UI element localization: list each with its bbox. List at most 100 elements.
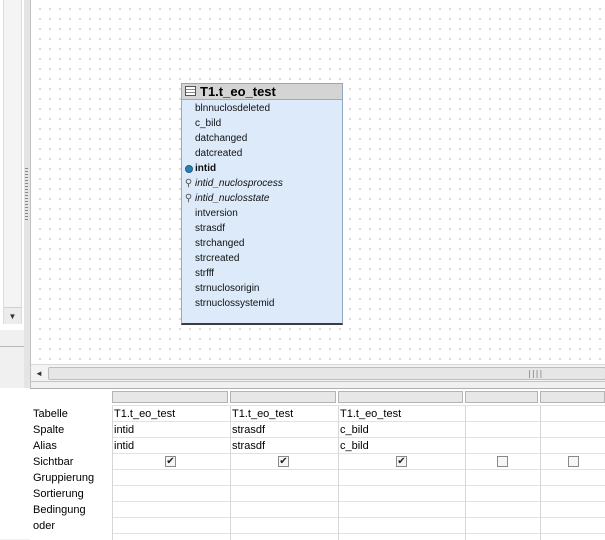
table-field-row[interactable]: strnuclosorigin [182,281,342,296]
grid-column-header[interactable] [230,391,336,403]
grid-cell-alias[interactable]: c_bild [338,438,463,454]
table-grid-icon [185,86,196,96]
grid-cell-empty[interactable] [540,470,605,486]
table-entity-title: T1.t_eo_test [200,84,276,99]
table-field-row[interactable]: ⚲ intid_nuclosprocess [182,176,342,191]
table-field-name: intid [195,163,217,174]
visible-checkbox[interactable] [497,456,508,467]
table-field-row[interactable]: intid [182,161,342,176]
table-field-row[interactable]: strasdf [182,221,342,236]
table-field-row[interactable]: ⚲ intid_nuclosstate [182,191,342,206]
splitter-grip-icon[interactable] [25,168,28,222]
table-field-name: strchanged [195,238,245,249]
arrow-left-icon[interactable]: ◄ [31,365,47,381]
grid-cell-alias[interactable]: strasdf [230,438,336,454]
diagram-canvas[interactable]: T1.t_eo_test blnnuclosdeleted c_bilddatch… [31,0,605,364]
grid-cell-empty[interactable] [112,518,228,534]
table-field-name: intid_nuclosprocess [195,178,283,189]
grid-cell-tabelle[interactable] [540,406,605,422]
table-field-row[interactable]: datcreated [182,146,342,161]
grid-cell-empty[interactable] [230,518,336,534]
grid-cell-empty[interactable] [338,502,463,518]
link-chain-icon: ⚲ [184,178,193,189]
table-field-row[interactable]: intversion [182,206,342,221]
table-entity-header[interactable]: T1.t_eo_test [182,84,342,100]
grid-cell-empty[interactable] [112,502,228,518]
grid-cell-spalte[interactable]: strasdf [230,422,336,438]
grid-cell-empty[interactable] [112,470,228,486]
grid-cell-spalte[interactable] [540,422,605,438]
table-field-name: datcreated [195,148,243,159]
grid-row-label: Bedingung [33,504,86,516]
grid-row-label: oder [33,520,56,532]
grid-cell-empty[interactable] [230,502,336,518]
visible-checkbox-checked[interactable]: ✔ [278,456,289,467]
grid-cell-spalte[interactable]: intid [112,422,228,438]
left-vertical-scrollbar[interactable]: ▼ [3,0,22,324]
table-field-name: intversion [195,208,238,219]
table-field-name: strasdf [195,223,226,234]
grid-cell-spalte[interactable] [465,422,538,438]
arrow-down-icon[interactable]: ▼ [4,307,21,324]
grid-cell-empty[interactable] [230,470,336,486]
visible-checkbox[interactable] [568,456,579,467]
divider [0,346,24,347]
grid-cell-tabelle[interactable] [465,406,538,422]
grid-row-label: Spalte [33,424,65,436]
grid-row-label: Sortierung [33,488,84,500]
table-field-row[interactable]: strcreated [182,251,342,266]
table-field-name: datchanged [195,133,248,144]
grid-cell-empty[interactable] [465,470,538,486]
grid-column-header[interactable] [112,391,228,403]
grid-row-label: Alias [33,440,57,452]
visible-checkbox-checked[interactable]: ✔ [396,456,407,467]
grid-cell-tabelle[interactable]: T1.t_eo_test [230,406,336,422]
grid-column-header[interactable] [338,391,463,403]
query-design-grid: Tabelle Spalte Alias Sichtbar Gruppierung Sor… [30,388,605,540]
table-field-row[interactable]: blnnuclosdeleted [182,101,342,116]
panel-splitter[interactable] [24,0,31,388]
grid-cell-empty[interactable] [465,502,538,518]
grid-cell-tabelle[interactable]: T1.t_eo_test [338,406,463,422]
grid-row-label: Tabelle [33,408,68,420]
table-field-row[interactable]: datchanged [182,131,342,146]
primary-key-dot-icon [185,165,193,173]
grid-cell-empty[interactable] [338,470,463,486]
table-field-row[interactable]: strnuclossystemid [182,296,342,311]
grid-cell-empty[interactable] [465,518,538,534]
grid-cell-alias[interactable]: intid [112,438,228,454]
table-field-name: c_bild [195,118,222,129]
scroll-grip-icon: |||| [527,369,543,378]
grid-cell-tabelle[interactable]: T1.t_eo_test [112,406,228,422]
grid-row-label: Gruppierung [33,472,95,484]
grid-column-header[interactable] [465,391,538,403]
grid-cell-empty[interactable] [230,486,336,502]
table-field-row[interactable]: c_bild [182,116,342,131]
grid-cell-alias[interactable] [465,438,538,454]
table-field-name: strnuclossystemid [195,298,275,309]
grid-cell-spalte[interactable]: c_bild [338,422,463,438]
table-field-name: blnnuclosdeleted [195,103,271,114]
left-panel-footer [0,330,24,388]
grid-cell-empty[interactable] [338,486,463,502]
grid-column-header[interactable] [540,391,605,403]
grid-cell-empty[interactable] [112,486,228,502]
scroll-thumb[interactable]: |||| [48,367,605,380]
grid-cell-empty[interactable] [338,518,463,534]
visible-checkbox-checked[interactable]: ✔ [165,456,176,467]
grid-cell-empty[interactable] [540,502,605,518]
canvas-horizontal-scrollbar[interactable]: ◄ |||| [31,364,605,381]
table-entity-box[interactable]: T1.t_eo_test blnnuclosdeleted c_bilddatch… [181,83,343,325]
table-field-row[interactable]: strfff [182,266,342,281]
table-field-name: strfff [195,268,215,279]
table-field-name: intid_nuclosstate [195,193,270,204]
table-field-row[interactable]: strchanged [182,236,342,251]
link-chain-icon: ⚲ [184,193,193,204]
grid-cell-empty[interactable] [540,486,605,502]
grid-cell-alias[interactable] [540,438,605,454]
grid-cell-empty[interactable] [540,518,605,534]
grid-cell-empty[interactable] [465,486,538,502]
grid-left-margin [0,388,30,539]
table-field-name: strnuclosorigin [195,283,260,294]
left-panel: ▼ [0,0,25,330]
